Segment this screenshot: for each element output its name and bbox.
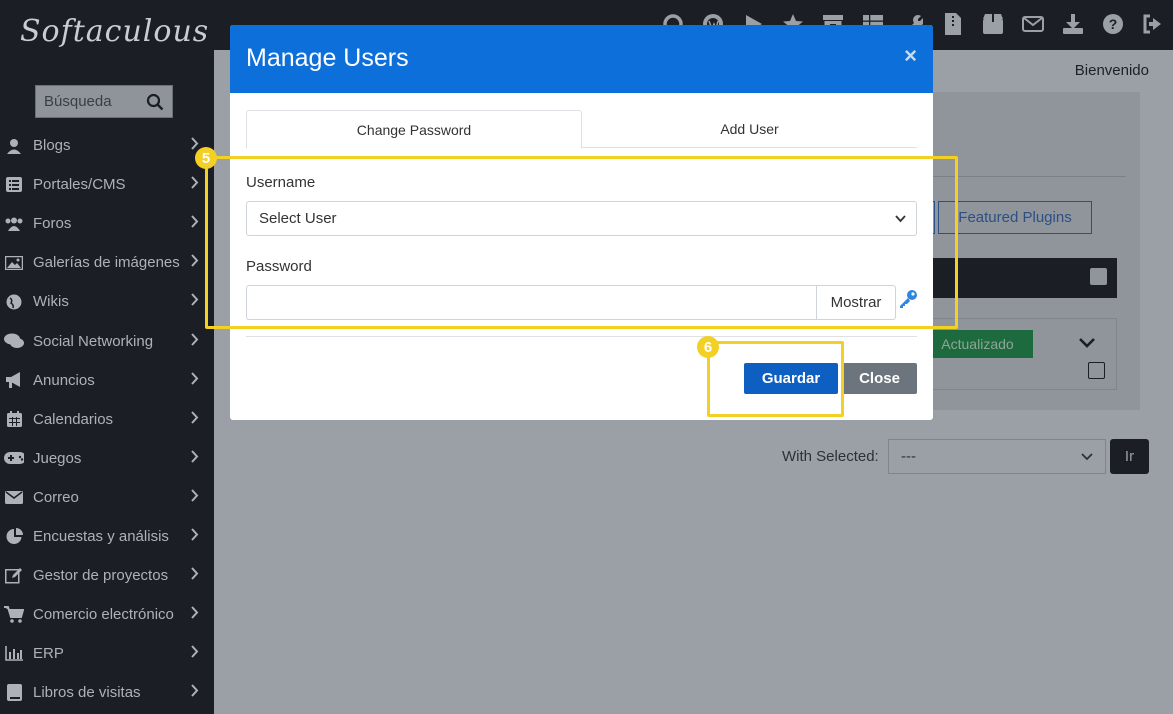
- chevron-right-icon: [190, 489, 200, 506]
- sidebar-item-gestor[interactable]: Gestor de proyectos: [0, 556, 214, 595]
- close-icon[interactable]: ×: [904, 43, 917, 69]
- sidebar-item-social[interactable]: Social Networking: [0, 321, 214, 360]
- logout-icon[interactable]: [1133, 10, 1173, 38]
- with-selected-select[interactable]: ---: [888, 439, 1106, 474]
- cart-icon: [4, 606, 24, 624]
- search-icon[interactable]: [146, 93, 164, 111]
- step-badge-6: 6: [697, 336, 719, 358]
- step-badge-5: 5: [195, 147, 217, 169]
- chevron-right-icon: [190, 371, 200, 389]
- tab-change-password[interactable]: Change Password: [246, 110, 582, 149]
- calendar-icon: [4, 410, 24, 428]
- sidebar-item-anuncios[interactable]: Anuncios: [0, 361, 214, 400]
- sidebar-search[interactable]: Búsqueda: [35, 85, 173, 118]
- chevron-right-icon: [190, 176, 200, 193]
- updated-badge[interactable]: Actualizado: [922, 330, 1033, 358]
- go-button[interactable]: Ir: [1110, 439, 1149, 474]
- chevron-right-icon: [190, 606, 200, 623]
- chevron-right-icon: [190, 254, 200, 271]
- welcome-text: Bienvenido: [1074, 62, 1149, 79]
- sidebar-item-encuestas[interactable]: Encuestas y análisis: [0, 517, 214, 556]
- with-selected-value: ---: [901, 448, 916, 465]
- with-selected-label: With Selected:: [782, 448, 879, 465]
- chevron-right-icon: [190, 567, 200, 584]
- sidebar: Softaculous Búsqueda Blogs Portales/CMS …: [0, 0, 214, 714]
- select-all-checkbox[interactable]: [1090, 268, 1107, 285]
- tab-add-user[interactable]: Add User: [582, 110, 917, 148]
- chevron-right-icon: [190, 293, 200, 310]
- sidebar-item-calendarios[interactable]: Calendarios: [0, 400, 214, 439]
- modal-divider: [246, 336, 917, 337]
- featured-plugins-button[interactable]: Featured Plugins: [938, 201, 1092, 234]
- sidebar-item-portales[interactable]: Portales/CMS: [0, 165, 214, 204]
- chevron-right-icon: [190, 528, 200, 545]
- sidebar-item-comercio[interactable]: Comercio electrónico: [0, 595, 214, 634]
- search-placeholder: Búsqueda: [44, 93, 112, 110]
- chevron-down-icon: [1081, 452, 1093, 460]
- chevron-right-icon: [190, 684, 200, 701]
- globe-icon: [4, 293, 24, 311]
- highlight-step-6: [707, 341, 844, 417]
- mail-icon[interactable]: [1013, 10, 1053, 38]
- softaculous-logo[interactable]: Softaculous: [20, 14, 208, 62]
- download-icon[interactable]: [1053, 10, 1093, 38]
- sidebar-item-juegos[interactable]: Juegos: [0, 439, 214, 478]
- sidebar-item-wikis[interactable]: Wikis: [0, 282, 214, 321]
- svg-text:?: ?: [1109, 16, 1118, 32]
- megaphone-icon: [4, 371, 24, 389]
- sidebar-item-libros[interactable]: Libros de visitas: [0, 673, 214, 712]
- modal-tabs: Change Password Add User: [246, 110, 917, 149]
- sidebar-item-blogs[interactable]: Blogs: [0, 126, 214, 165]
- modal-header: Manage Users ×: [230, 25, 933, 93]
- close-button[interactable]: Close: [842, 363, 917, 394]
- users-icon: [4, 215, 24, 233]
- user-icon: [4, 137, 24, 155]
- highlight-step-5: [205, 156, 958, 329]
- box-icon[interactable]: [973, 10, 1013, 38]
- help-icon[interactable]: ?: [1093, 10, 1133, 38]
- chevron-right-icon: [190, 215, 200, 232]
- chat-icon: [4, 332, 24, 350]
- chevron-right-icon: [190, 411, 200, 428]
- pie-chart-icon: [4, 527, 24, 545]
- chevron-down-icon[interactable]: [1078, 336, 1096, 354]
- modal-title: Manage Users: [246, 44, 409, 72]
- row-checkbox[interactable]: [1088, 362, 1105, 379]
- chevron-right-icon: [190, 332, 200, 350]
- image-icon: [4, 254, 24, 272]
- sidebar-item-foros[interactable]: Foros: [0, 204, 214, 243]
- sidebar-item-erp[interactable]: ERP: [0, 634, 214, 673]
- bar-chart-icon: [4, 645, 24, 663]
- sidebar-item-galerias[interactable]: Galerías de imágenes: [0, 243, 214, 282]
- book-icon: [4, 684, 24, 702]
- mail-icon: [4, 488, 24, 506]
- file-icon[interactable]: [933, 10, 973, 38]
- chevron-right-icon: [190, 645, 200, 662]
- edit-icon: [4, 567, 24, 585]
- sidebar-menu: Blogs Portales/CMS Foros Galerías de imá…: [0, 126, 214, 712]
- chevron-right-icon: [190, 450, 200, 467]
- gamepad-icon: [4, 449, 24, 467]
- sidebar-item-correo[interactable]: Correo: [0, 478, 214, 517]
- list-icon: [4, 176, 24, 194]
